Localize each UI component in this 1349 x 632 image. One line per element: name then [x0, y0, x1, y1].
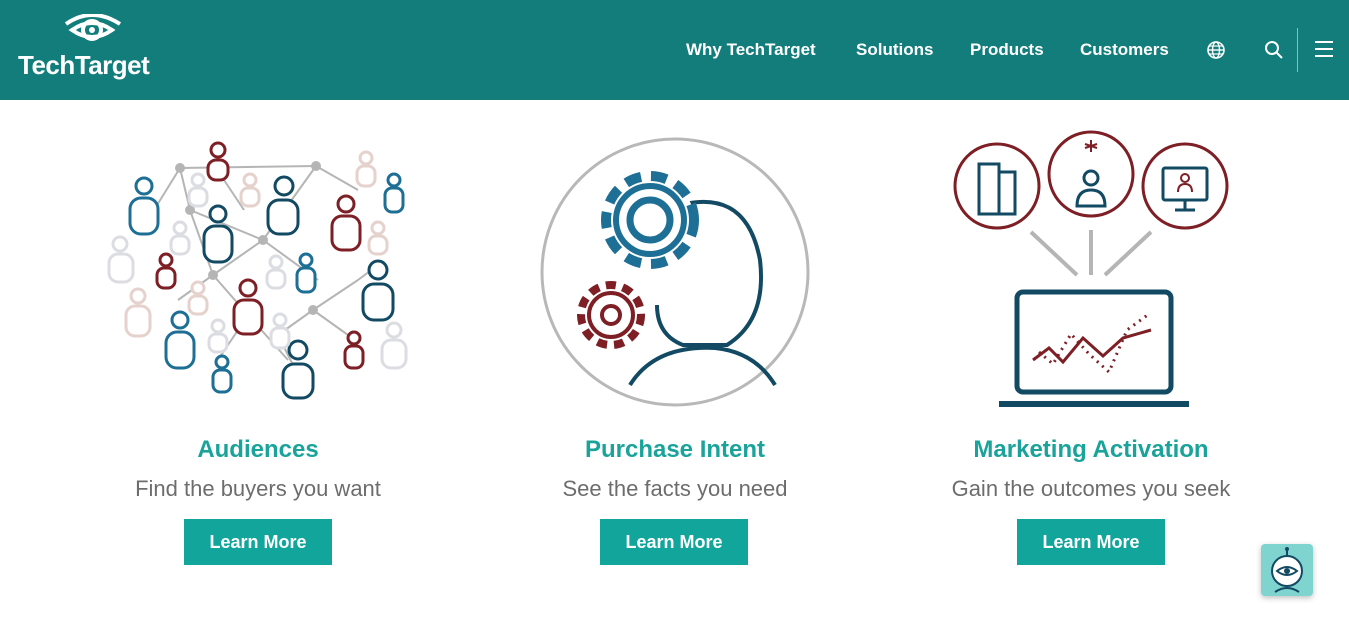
card-subtitle: Find the buyers you want	[135, 476, 381, 501]
card-title: Audiences	[197, 436, 319, 463]
chatbot-icon	[1271, 547, 1303, 593]
search-icon[interactable]	[1264, 40, 1284, 65]
chatbot-button[interactable]	[1261, 544, 1313, 596]
top-navigation-bar: TechTarget Why TechTarget Solutions Prod…	[0, 0, 1349, 100]
card-title: Marketing Activation	[973, 436, 1209, 463]
audience-network-illustration	[107, 141, 408, 400]
nav-products[interactable]: Products	[970, 40, 1044, 60]
card-title: Purchase Intent	[584, 436, 766, 463]
nav-why-techtarget[interactable]: Why TechTarget	[686, 40, 816, 60]
laptop-activation-illustration	[953, 130, 1229, 407]
nav-divider	[1297, 28, 1298, 72]
audiences-card: Audiences Find the buyers you want Learn…	[58, 120, 458, 580]
brand-name[interactable]: TechTarget	[18, 50, 150, 81]
nav-solutions[interactable]: Solutions	[856, 40, 933, 60]
purchase-intent-card: Purchase Intent See the facts you need L…	[475, 120, 875, 580]
card-subtitle: Gain the outcomes you seek	[951, 476, 1231, 501]
marketing-activation-learn-more-button[interactable]: Learn More	[1017, 519, 1165, 565]
gears-head-illustration	[540, 137, 810, 407]
audiences-learn-more-button[interactable]: Learn More	[184, 519, 332, 565]
marketing-activation-card: Marketing Activation Gain the outcomes y…	[891, 120, 1291, 580]
card-subtitle: See the facts you need	[562, 476, 788, 501]
purchase-intent-learn-more-button[interactable]: Learn More	[600, 519, 748, 565]
nav-customers[interactable]: Customers	[1080, 40, 1169, 60]
hamburger-menu-icon[interactable]	[1314, 40, 1334, 63]
eye-logo-icon	[64, 13, 122, 41]
globe-icon[interactable]	[1206, 40, 1226, 65]
